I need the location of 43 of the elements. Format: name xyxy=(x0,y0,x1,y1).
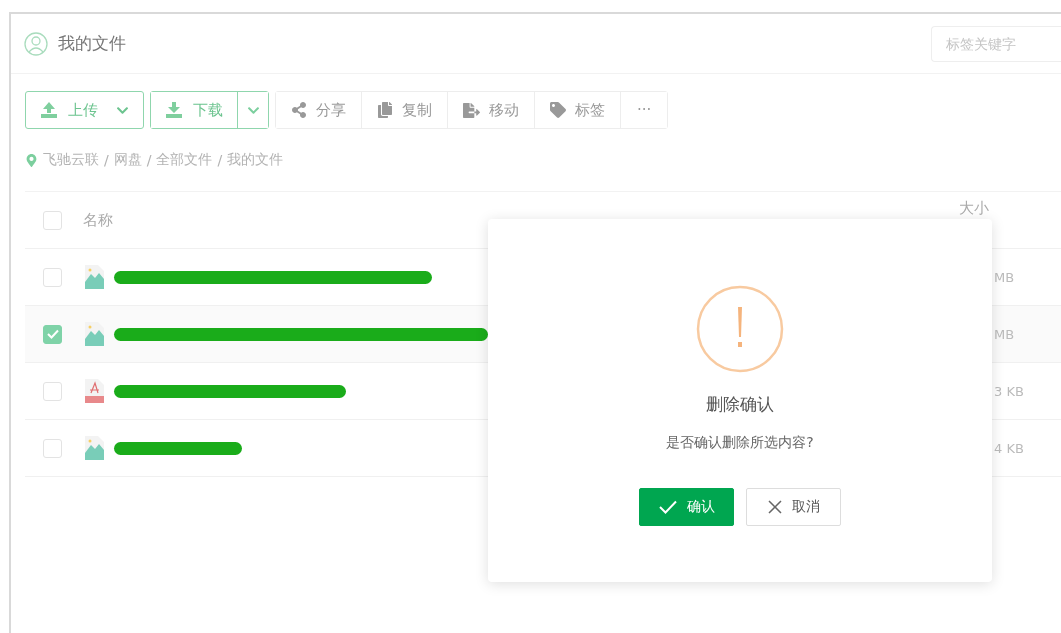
file-size: MB xyxy=(994,269,1016,285)
cancel-button[interactable]: 取消 xyxy=(746,488,841,526)
image-file-icon xyxy=(85,436,104,460)
breadcrumb-link[interactable]: 全部文件 xyxy=(156,151,213,169)
row-checkbox[interactable] xyxy=(43,381,62,401)
dialog-title: 删除确认 xyxy=(706,393,774,416)
breadcrumb-separator: / xyxy=(146,152,152,168)
avatar-icon xyxy=(24,31,48,56)
copy-icon xyxy=(377,102,393,118)
tag-icon xyxy=(550,102,566,118)
location-pin-icon xyxy=(25,153,38,167)
select-all-checkbox[interactable] xyxy=(43,210,62,230)
file-size: 4 KB xyxy=(994,440,1025,456)
row-checkbox[interactable] xyxy=(43,324,62,344)
warning-icon xyxy=(696,285,784,373)
breadcrumb-separator: / xyxy=(104,152,109,168)
image-file-icon xyxy=(85,322,104,346)
row-checkbox[interactable] xyxy=(43,438,62,458)
check-icon xyxy=(46,329,59,339)
dialog-message: 是否确认删除所选内容? xyxy=(666,434,814,452)
pdf-file-icon xyxy=(85,379,104,403)
download-icon xyxy=(165,101,183,119)
confirm-button[interactable]: 确认 xyxy=(639,488,734,526)
file-size: 3 KB xyxy=(994,383,1025,399)
download-button[interactable]: 下载 xyxy=(151,92,238,128)
share-button[interactable]: 分享 xyxy=(276,92,362,128)
row-checkbox[interactable] xyxy=(43,267,62,287)
breadcrumb-link[interactable]: 网盘 xyxy=(113,151,142,169)
check-icon xyxy=(658,500,677,514)
column-header: 大小 xyxy=(959,198,989,218)
upload-icon xyxy=(40,101,58,119)
page-title: 我的文件 xyxy=(58,32,126,55)
breadcrumb-link[interactable]: 我的文件 xyxy=(227,151,284,169)
close-icon xyxy=(767,500,782,514)
breadcrumb-link[interactable]: 飞驰云联 xyxy=(43,151,99,169)
breadcrumb-separator: / xyxy=(217,152,223,168)
file-arrow-icon xyxy=(463,101,480,119)
image-file-icon xyxy=(85,265,104,289)
column-header: 名称 xyxy=(83,210,113,230)
share-icon xyxy=(291,102,307,118)
search-field[interactable]: 标签关键字 xyxy=(931,25,1061,62)
upload-button[interactable]: 上传 xyxy=(25,91,144,129)
file-size: MB xyxy=(994,326,1016,342)
